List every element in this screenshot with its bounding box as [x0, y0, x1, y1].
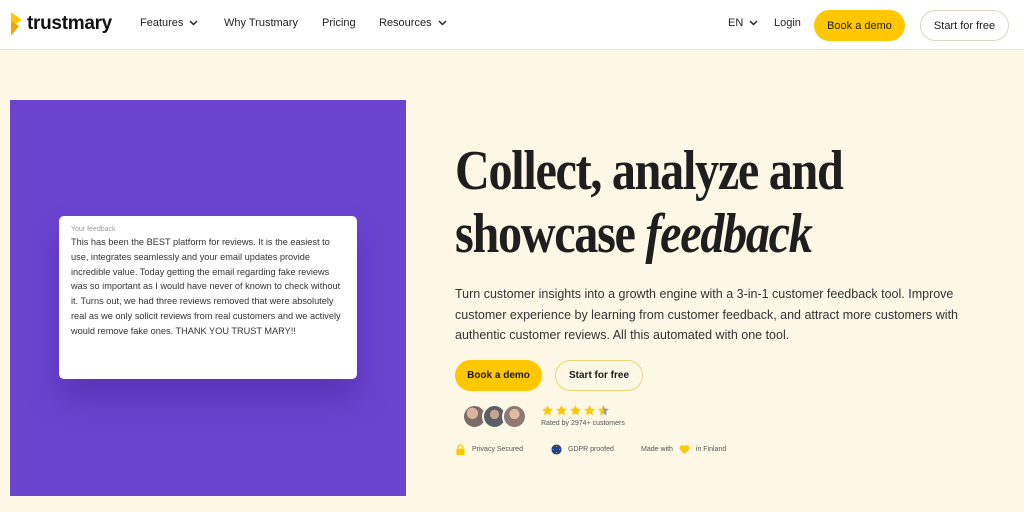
language-label: EN — [728, 17, 744, 29]
star-icon — [584, 405, 595, 416]
trustmary-logo[interactable]: trustmary — [9, 12, 112, 36]
star-icon — [570, 405, 581, 416]
logo-mark-icon — [11, 12, 22, 36]
in-finland-label: in Finland — [695, 446, 727, 453]
feedback-text: This has been the BEST platform for revi… — [71, 237, 341, 336]
nav-start-free-label: Start for free — [933, 19, 996, 32]
privacy-label: Privacy Secured — [472, 446, 523, 453]
nav-pricing-label: Pricing — [322, 17, 356, 29]
half-star-icon — [598, 405, 609, 416]
headline-line2: showcase — [455, 203, 636, 265]
nav-features[interactable]: Features — [140, 17, 198, 29]
star-icon — [542, 405, 553, 416]
lock-icon — [456, 444, 465, 455]
nav-resources[interactable]: Resources — [379, 17, 447, 29]
top-navbar: trustmary Features Why Trustmary Pricing… — [0, 0, 1024, 50]
rating-stars — [541, 404, 610, 417]
chevron-down-icon — [189, 20, 198, 26]
made-in-finland-badge: Made with in Finland — [641, 444, 726, 455]
nav-resources-label: Resources — [379, 17, 432, 29]
chevron-down-icon — [438, 20, 447, 26]
login-link[interactable]: Login — [774, 17, 801, 29]
headline-line1: Collect, analyze and — [455, 140, 844, 202]
gdpr-label: GDPR proofed — [568, 446, 614, 453]
nav-why-label: Why Trustmary — [224, 17, 298, 29]
login-label: Login — [774, 17, 801, 29]
nav-start-free-button[interactable]: Start for free — [920, 10, 1009, 41]
feedback-label: Your feedback — [71, 226, 116, 233]
hero-start-free-button[interactable]: Start for free — [555, 360, 643, 391]
nav-book-demo-label: Book a demo — [827, 19, 892, 32]
feedback-card: Your feedback This has been the BEST pla… — [59, 216, 357, 379]
avatar — [502, 404, 527, 429]
star-icon — [556, 405, 567, 416]
hero-start-free-label: Start for free — [568, 370, 629, 381]
eu-flag-icon — [551, 444, 562, 455]
privacy-badge: Privacy Secured — [455, 444, 523, 455]
nav-why-trustmary[interactable]: Why Trustmary — [224, 17, 298, 29]
nav-features-label: Features — [140, 17, 184, 29]
hero-subtitle: Turn customer insights into a growth eng… — [455, 287, 958, 342]
feedback-showcase-panel: Your feedback This has been the BEST pla… — [10, 100, 406, 496]
rated-by-text: Rated by 2974+ customers — [541, 420, 625, 427]
language-selector[interactable]: EN — [728, 17, 758, 29]
heart-icon — [679, 445, 690, 455]
logo-text: trustmary — [27, 13, 112, 34]
made-with-label: Made with — [641, 446, 673, 453]
nav-book-demo-button[interactable]: Book a demo — [814, 10, 905, 41]
hero-headline: Collect, analyze and showcase feedback — [455, 140, 844, 266]
gdpr-badge: GDPR proofed — [551, 444, 614, 455]
headline-emphasis: feedback — [645, 203, 812, 265]
customer-avatars — [462, 404, 530, 430]
chevron-down-icon — [749, 20, 758, 26]
hero-book-demo-label: Book a demo — [467, 370, 530, 381]
hero-book-demo-button[interactable]: Book a demo — [455, 360, 542, 391]
nav-pricing[interactable]: Pricing — [322, 17, 356, 29]
